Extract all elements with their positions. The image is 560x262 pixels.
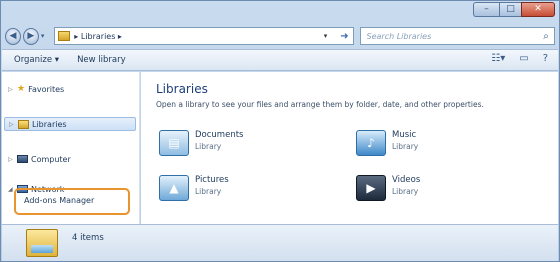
navigation-row: ◀ ▶ ▾ ▸ Libraries ▸ ▾ ➜ Search Libraries…: [5, 25, 555, 47]
address-bar[interactable]: ▸ Libraries ▸ ▾ ➜: [54, 27, 354, 45]
music-icon: ♪: [356, 130, 386, 156]
search-box[interactable]: Search Libraries ⌕: [359, 27, 555, 45]
libraries-folder-icon: [58, 31, 71, 41]
library-type: Library: [195, 187, 222, 196]
library-name: Videos: [392, 175, 421, 185]
library-type: Library: [195, 142, 222, 151]
command-bar: Organize ▾ New library ☷▾ ▭ ?: [2, 49, 558, 71]
star-icon: ★: [17, 84, 26, 94]
sidebar-item-label: Libraries: [32, 119, 67, 129]
caption-buttons: – □ ✕: [473, 2, 555, 17]
explorer-window: – □ ✕ ◀ ▶ ▾ ▸ Libraries ▸ ▾ ➜ Search Lib…: [0, 0, 560, 262]
library-item-music[interactable]: ♪ Music Library: [356, 130, 418, 156]
recent-pages-dropdown[interactable]: ▾: [41, 32, 48, 40]
highlighted-item[interactable]: Add-ons Manager: [14, 188, 130, 215]
page-title: Libraries: [156, 82, 208, 96]
expand-icon[interactable]: ▷: [8, 156, 14, 163]
new-library-button[interactable]: New library: [77, 55, 126, 65]
address-path[interactable]: ▸ Libraries ▸: [74, 32, 314, 41]
search-input[interactable]: Search Libraries: [367, 32, 539, 41]
preview-pane-icon[interactable]: ▭: [519, 53, 528, 64]
help-icon[interactable]: ?: [543, 53, 548, 64]
back-button[interactable]: ◀: [5, 27, 21, 45]
sidebar-item-label: Favorites: [28, 84, 65, 94]
search-icon[interactable]: ⌕: [538, 31, 554, 42]
library-item-pictures[interactable]: ▲ Pictures Library: [159, 175, 229, 201]
sidebar-item-libraries[interactable]: ▷ Libraries: [4, 117, 136, 131]
item-count: 4 items: [72, 233, 104, 243]
details-pane: 4 items: [2, 224, 558, 261]
library-name: Music: [392, 130, 417, 140]
library-type: Library: [392, 142, 419, 151]
page-subtitle: Open a library to see your files and arr…: [156, 100, 484, 109]
documents-icon: ▤: [159, 130, 189, 156]
content-pane: Libraries Open a library to see your fil…: [141, 72, 558, 224]
library-item-documents[interactable]: ▤ Documents Library: [159, 130, 243, 156]
forward-button[interactable]: ▶: [22, 27, 39, 45]
organize-menu[interactable]: Organize ▾: [14, 55, 59, 65]
refresh-icon[interactable]: ➜: [337, 31, 353, 42]
maximize-button[interactable]: □: [499, 2, 521, 17]
title-bar: – □ ✕: [1, 1, 559, 23]
libraries-icon: [18, 119, 29, 129]
sidebar-item-computer[interactable]: ▷ Computer: [8, 152, 71, 166]
highlighted-item-label: Add-ons Manager: [24, 196, 95, 205]
expand-icon[interactable]: ▷: [9, 121, 15, 128]
library-item-videos[interactable]: ▶ Videos Library: [356, 175, 420, 201]
sidebar-item-favorites[interactable]: ▷ ★ Favorites: [8, 82, 64, 96]
library-name: Pictures: [195, 175, 229, 185]
expand-icon[interactable]: ▷: [8, 86, 14, 93]
computer-icon: [17, 155, 28, 163]
library-type: Library: [392, 187, 419, 196]
address-dropdown-icon[interactable]: ▾: [319, 32, 333, 40]
minimize-button[interactable]: –: [473, 2, 499, 17]
sidebar-item-label: Computer: [31, 154, 71, 164]
close-button[interactable]: ✕: [521, 2, 555, 17]
videos-icon: ▶: [356, 175, 386, 201]
pictures-icon: ▲: [159, 175, 189, 201]
view-controls: ☷▾ ▭ ?: [491, 53, 548, 64]
library-name: Documents: [195, 130, 244, 140]
library-large-icon: [26, 229, 58, 257]
change-view-icon[interactable]: ☷▾: [491, 53, 505, 64]
